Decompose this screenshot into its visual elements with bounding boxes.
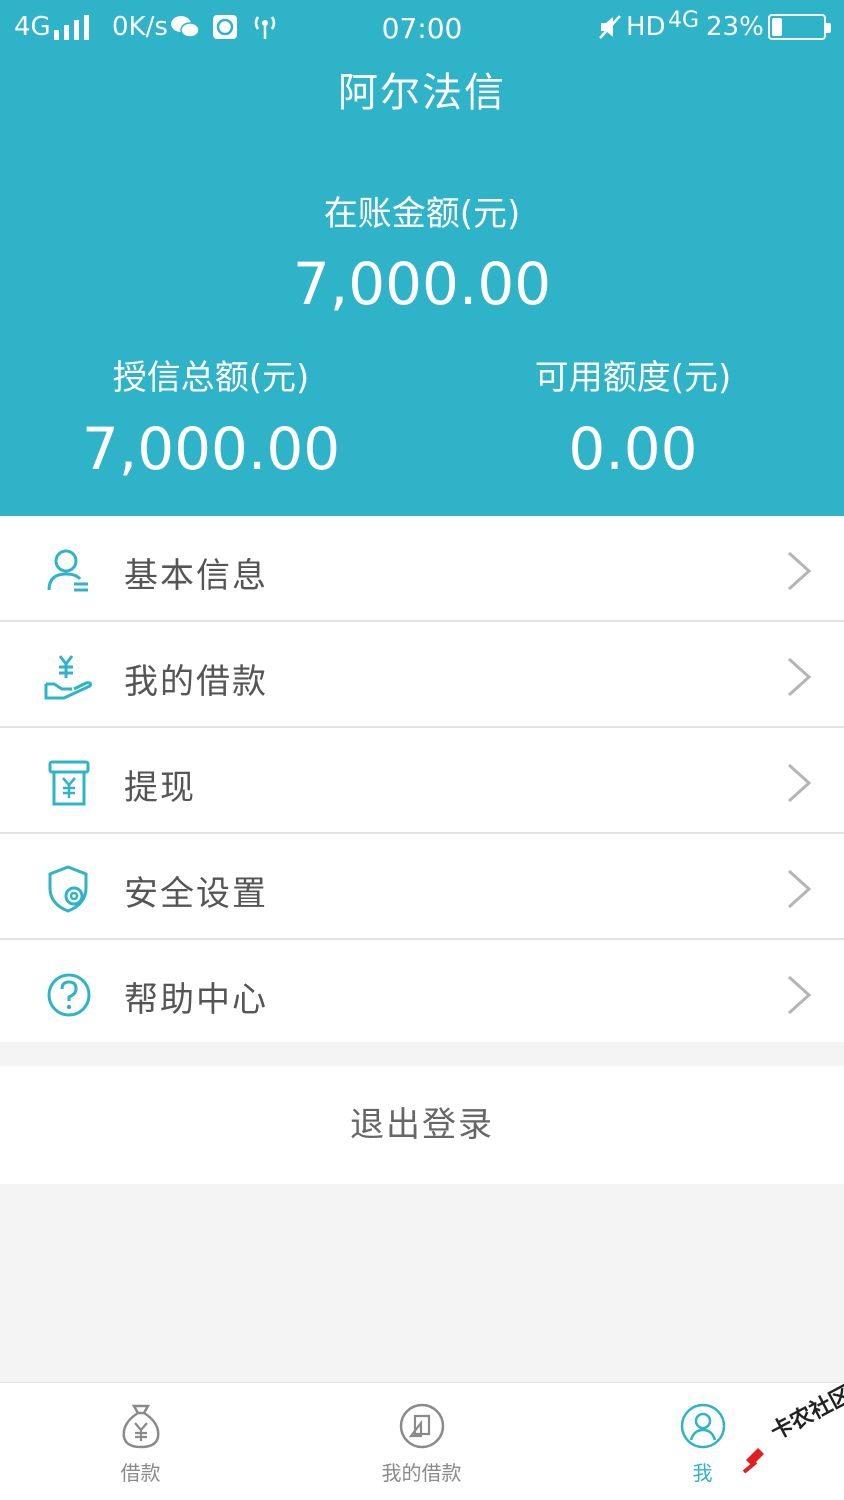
menu-item-basic-info[interactable]: 基本信息 bbox=[0, 516, 844, 622]
user-info-icon bbox=[47, 549, 88, 592]
section-divider bbox=[0, 1042, 844, 1066]
withdraw-icon bbox=[48, 760, 90, 806]
credit-total-block: 授信总额(元) 7,000.00 bbox=[0, 350, 422, 483]
menu-item-help[interactable]: 帮助中心 bbox=[0, 940, 844, 1046]
menu-item-my-loans[interactable]: 我的借款 bbox=[0, 622, 844, 728]
menu-label: 提现 bbox=[124, 768, 196, 808]
menu-item-withdraw[interactable]: 提现 bbox=[0, 728, 844, 834]
tab-borrow[interactable]: 借款 bbox=[0, 1383, 281, 1500]
chevron-right-icon bbox=[787, 657, 812, 697]
bottom-tab-bar: 借款 我的借款 我 bbox=[0, 1382, 844, 1500]
chevron-right-icon bbox=[787, 869, 812, 909]
available-credit-block: 可用额度(元) 0.00 bbox=[422, 350, 844, 483]
menu-label: 安全设置 bbox=[124, 874, 268, 914]
hd-label: HD bbox=[626, 12, 666, 42]
battery-icon bbox=[768, 14, 831, 40]
tab-my-loans[interactable]: 我的借款 bbox=[281, 1383, 562, 1500]
credit-total-value: 7,000.00 bbox=[81, 415, 341, 483]
balance-value: 7,000.00 bbox=[292, 250, 552, 318]
chevron-right-icon bbox=[787, 975, 812, 1015]
account-menu: 基本信息 我的借款 提现 安全设置 帮助中心 bbox=[0, 516, 844, 1046]
mute-icon bbox=[599, 15, 621, 39]
account-header: 4G 0K/s 07:00 HD 4G 23% 阿尔法信 在账金额(元) 7,0… bbox=[0, 0, 844, 516]
battery-percent: 23% bbox=[706, 12, 764, 42]
document-icon bbox=[399, 1403, 445, 1449]
chevron-right-icon bbox=[787, 551, 812, 591]
menu-item-security[interactable]: 安全设置 bbox=[0, 834, 844, 940]
loan-hand-icon bbox=[44, 655, 92, 700]
status-bar: 4G 0K/s 07:00 HD 4G 23% bbox=[0, 0, 844, 54]
money-bag-icon bbox=[122, 1404, 160, 1449]
tab-label: 借款 bbox=[120, 1461, 161, 1485]
balance-label: 在账金额(元) bbox=[323, 194, 521, 234]
credit-total-label: 授信总额(元) bbox=[112, 358, 310, 398]
available-credit-value: 0.00 bbox=[568, 415, 698, 483]
logout-button[interactable]: 退出登录 bbox=[0, 1066, 844, 1184]
help-icon bbox=[47, 973, 91, 1017]
network-type-label: 4G bbox=[668, 8, 700, 33]
menu-label: 基本信息 bbox=[124, 556, 268, 596]
profile-icon bbox=[680, 1403, 726, 1449]
security-shield-icon bbox=[48, 865, 88, 913]
page-title: 阿尔法信 bbox=[338, 70, 506, 116]
available-credit-label: 可用额度(元) bbox=[534, 358, 732, 398]
menu-label: 我的借款 bbox=[124, 662, 268, 702]
chevron-right-icon bbox=[787, 763, 812, 803]
menu-label: 帮助中心 bbox=[124, 980, 268, 1020]
tab-label: 我的借款 bbox=[381, 1461, 462, 1485]
